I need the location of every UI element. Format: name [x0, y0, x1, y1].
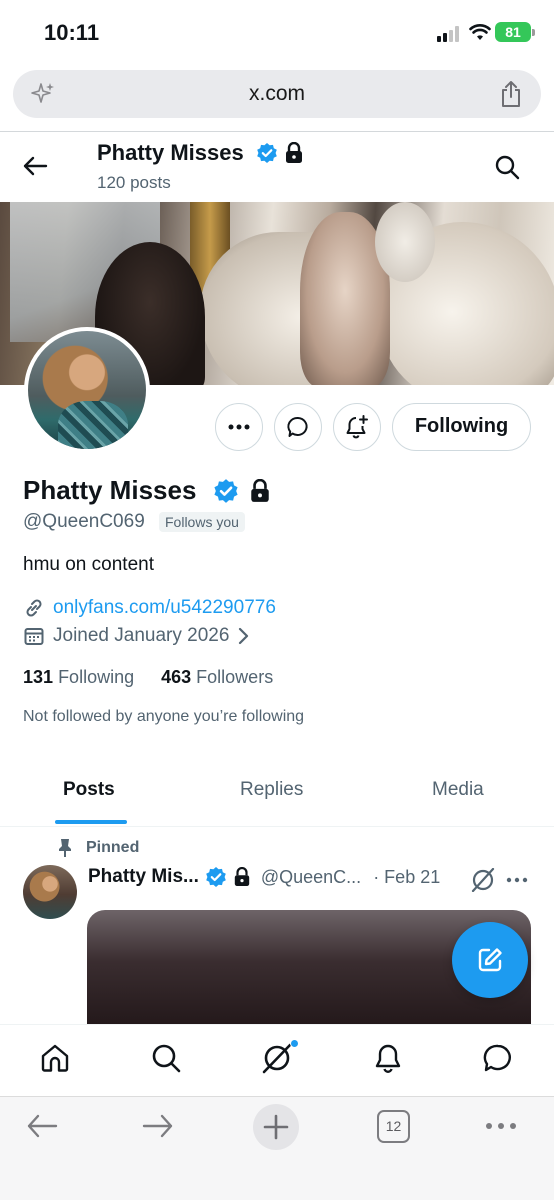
- not-followed-note: Not followed by anyone you’re following: [23, 708, 305, 725]
- tab-posts[interactable]: Posts: [63, 779, 115, 801]
- calendar-icon: [24, 628, 44, 645]
- following-count: 131: [23, 667, 54, 687]
- notification-dot: [290, 1039, 299, 1048]
- new-tab-button[interactable]: [253, 1104, 299, 1150]
- compose-button[interactable]: [452, 922, 528, 998]
- message-button[interactable]: [274, 403, 322, 451]
- followers-count: 463: [161, 667, 192, 687]
- followers-label: Followers: [196, 667, 274, 687]
- profile-handle: @QueenC069: [23, 511, 145, 532]
- wifi-icon: [469, 24, 491, 40]
- profile-tabs: Posts Replies Media: [0, 765, 554, 827]
- url-bar[interactable]: x.com: [13, 70, 541, 118]
- profile-bio: hmu on content: [23, 554, 154, 575]
- bell-icon[interactable]: [372, 1042, 404, 1074]
- following-count-link[interactable]: 131 Following: [23, 667, 134, 688]
- verified-badge-icon: [257, 143, 277, 163]
- profile-link-row[interactable]: onlyfans.com/u542290776: [23, 597, 276, 619]
- profile-badges: [213, 478, 271, 504]
- messages-icon[interactable]: [482, 1042, 514, 1074]
- followers-count-link[interactable]: 463 Followers: [161, 667, 273, 688]
- verified-badge-icon: [206, 867, 226, 887]
- plus-icon: [263, 1114, 289, 1140]
- profile-link[interactable]: onlyfans.com/u542290776: [53, 597, 276, 619]
- joined-date: Joined January 2026: [53, 625, 230, 646]
- more-icon[interactable]: [484, 1121, 518, 1131]
- post-avatar[interactable]: [23, 865, 77, 919]
- joined-row[interactable]: Joined January 2026: [23, 625, 249, 647]
- status-time: 10:11: [44, 20, 100, 45]
- follows-you-badge: Follows you: [159, 512, 245, 532]
- follow-counts: 131 Following 463 Followers: [23, 667, 273, 688]
- lock-icon: [286, 142, 302, 163]
- tab-media[interactable]: Media: [432, 779, 484, 801]
- active-tab-indicator: [55, 820, 127, 824]
- browser-toolbar: 12: [0, 1096, 554, 1200]
- more-options-button[interactable]: [215, 403, 263, 451]
- search-icon[interactable]: [494, 154, 520, 180]
- verified-badge-icon[interactable]: [213, 478, 239, 504]
- lock-icon: [234, 867, 250, 886]
- notifications-button[interactable]: [333, 403, 381, 451]
- header-badges: [256, 142, 304, 164]
- following-label: Following: [58, 667, 135, 687]
- grok-icon[interactable]: [261, 1042, 293, 1074]
- chevron-right-icon: [239, 627, 249, 645]
- more-icon: [228, 424, 250, 430]
- status-bar: 10:11 81: [0, 0, 554, 62]
- back-arrow-icon[interactable]: [22, 154, 48, 178]
- following-button[interactable]: Following: [392, 403, 531, 451]
- search-icon[interactable]: [150, 1042, 182, 1074]
- lock-icon: [251, 479, 269, 502]
- more-icon[interactable]: [506, 868, 528, 892]
- post-header: Phatty Mis... @QueenC... · Feb 21: [88, 866, 440, 888]
- post-author-name[interactable]: Phatty Mis...: [88, 866, 199, 888]
- post-count: 120 posts: [97, 173, 171, 192]
- avatar[interactable]: [24, 327, 150, 453]
- pinned-label: Pinned: [86, 839, 140, 856]
- pin-icon: [59, 839, 71, 857]
- pinned-label-row: Pinned: [58, 838, 139, 858]
- url-text[interactable]: x.com: [13, 82, 541, 106]
- divider: [0, 826, 554, 827]
- post-author-handle[interactable]: @QueenC...: [261, 867, 361, 888]
- tabs-button[interactable]: 12: [377, 1110, 410, 1143]
- message-bubble-icon: [287, 417, 308, 437]
- back-arrow-icon[interactable]: [26, 1113, 58, 1139]
- battery-indicator: 81: [495, 22, 535, 42]
- share-icon[interactable]: [499, 80, 523, 108]
- bell-plus-icon: [346, 415, 368, 439]
- bottom-nav: [0, 1024, 554, 1096]
- divider: [0, 131, 554, 132]
- tab-replies[interactable]: Replies: [240, 779, 303, 801]
- profile-name: Phatty Misses: [23, 475, 197, 505]
- grok-icon[interactable]: [470, 868, 496, 892]
- header-title: Phatty Misses: [97, 140, 244, 165]
- post-date[interactable]: · Feb 21: [373, 867, 440, 888]
- compose-icon: [478, 948, 502, 972]
- link-icon: [26, 599, 42, 617]
- forward-arrow-icon[interactable]: [142, 1113, 174, 1139]
- home-icon[interactable]: [39, 1042, 71, 1074]
- cellular-signal-icon: [437, 26, 463, 42]
